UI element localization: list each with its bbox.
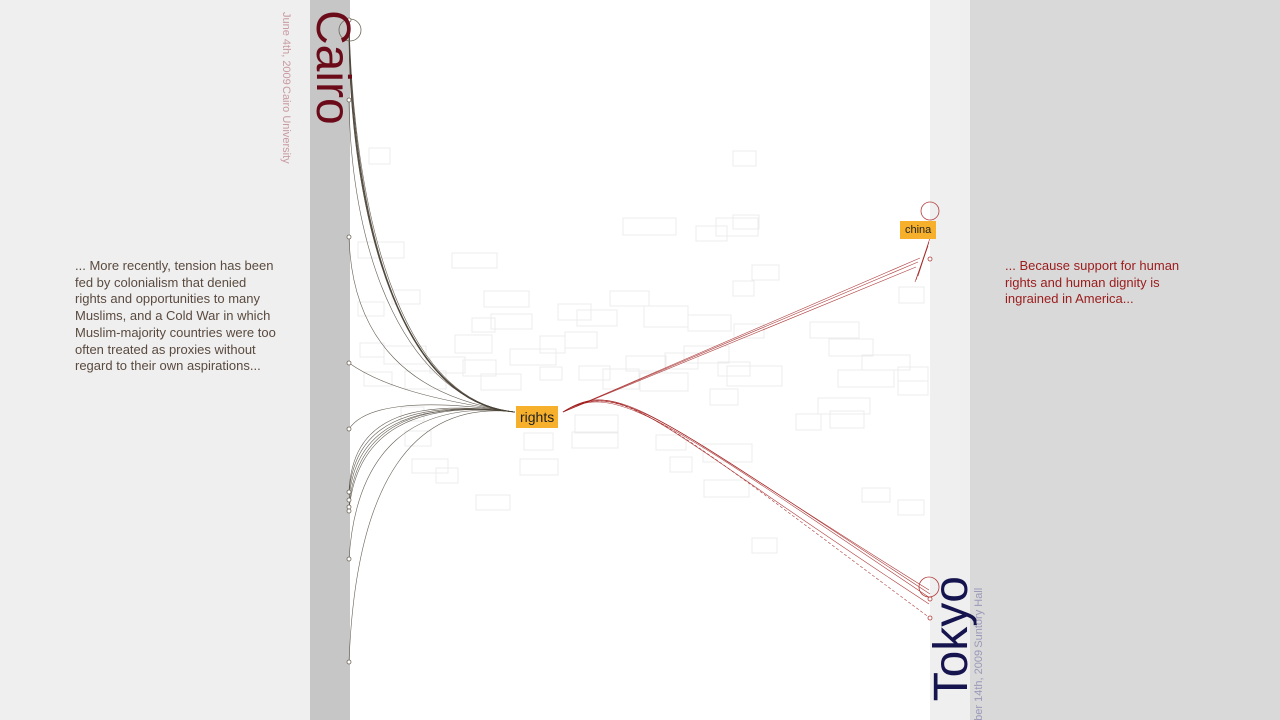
cairo-connection-lines	[348, 17, 516, 663]
faint-word-boxes	[357, 147, 929, 554]
speech-comparison-view: ... More recently, tension has been fed …	[0, 0, 1280, 720]
tokyo-date: November 14th, 2009	[973, 649, 985, 720]
cairo-speech-excerpt: ... More recently, tension has been fed …	[75, 258, 276, 374]
tokyo-speech-meta: Suntory Hall November 14th, 2009	[972, 588, 986, 720]
tokyo-venue: Suntory Hall	[973, 588, 985, 648]
focus-word-tag[interactable]: rights	[516, 406, 559, 428]
tokyo-speech-excerpt: ... Because support for human rights and…	[1005, 258, 1180, 307]
cairo-title: Cairo	[306, 10, 359, 125]
cairo-speech-meta: Cairo University June 4th, 2009	[279, 12, 293, 163]
cairo-venue: Cairo University	[280, 85, 292, 164]
cairo-date: June 4th, 2009	[280, 12, 292, 85]
tokyo-title: Tokyo	[925, 576, 978, 702]
linked-word-tag[interactable]: china	[900, 221, 937, 239]
tokyo-link-endpoints	[918, 201, 940, 621]
